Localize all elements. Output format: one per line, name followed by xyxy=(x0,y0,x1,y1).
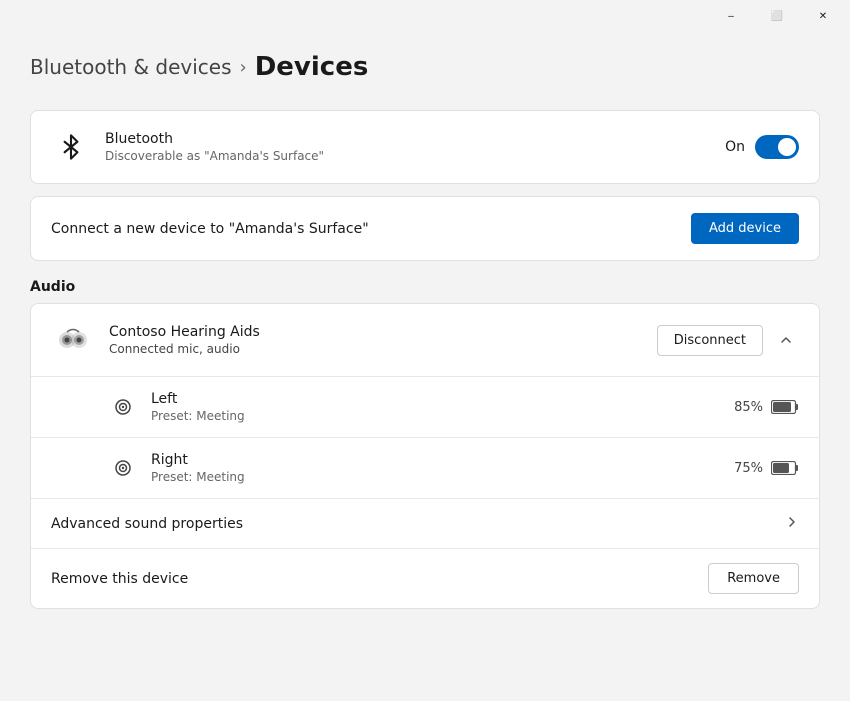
sub-device-left: Left Preset: Meeting 85% xyxy=(31,376,819,437)
left-battery-icon xyxy=(771,400,799,414)
advanced-sound-row[interactable]: Advanced sound properties xyxy=(31,498,819,548)
main-content: Bluetooth & devices › Devices Bluetooth … xyxy=(0,32,850,701)
remove-button[interactable]: Remove xyxy=(708,563,799,594)
right-device-name: Right xyxy=(151,452,734,468)
breadcrumb-current: Devices xyxy=(255,52,369,82)
bluetooth-card: Bluetooth Discoverable as "Amanda's Surf… xyxy=(30,110,820,184)
remove-row: Remove this device Remove xyxy=(31,548,819,608)
left-device-info: Left Preset: Meeting xyxy=(151,391,734,423)
breadcrumb-parent[interactable]: Bluetooth & devices xyxy=(30,55,232,79)
left-battery-info: 85% xyxy=(734,400,799,415)
toggle-thumb xyxy=(778,138,796,156)
advanced-sound-chevron-icon xyxy=(785,515,799,532)
right-battery-icon xyxy=(771,461,799,475)
bluetooth-subtitle: Discoverable as "Amanda's Surface" xyxy=(105,149,725,163)
audio-section-heading: Audio xyxy=(30,279,820,295)
left-device-name: Left xyxy=(151,391,734,407)
right-earpiece-icon xyxy=(109,454,137,482)
minimize-button[interactable]: – xyxy=(708,0,754,32)
device-name: Contoso Hearing Aids xyxy=(109,324,657,340)
remove-label: Remove this device xyxy=(51,571,708,587)
close-button[interactable]: ✕ xyxy=(800,0,846,32)
add-device-text: Connect a new device to "Amanda's Surfac… xyxy=(51,221,691,237)
device-card: Contoso Hearing Aids Connected mic, audi… xyxy=(30,303,820,609)
titlebar: – ⬜ ✕ xyxy=(0,0,850,32)
bluetooth-right: On xyxy=(725,135,799,159)
right-battery-info: 75% xyxy=(734,461,799,476)
bluetooth-icon xyxy=(51,127,91,167)
left-device-preset: Preset: Meeting xyxy=(151,409,734,423)
bluetooth-status-label: On xyxy=(725,139,745,155)
right-device-info: Right Preset: Meeting xyxy=(151,452,734,484)
device-image xyxy=(51,318,95,362)
breadcrumb: Bluetooth & devices › Devices xyxy=(30,52,820,82)
bluetooth-info: Bluetooth Discoverable as "Amanda's Surf… xyxy=(105,131,725,163)
collapse-button[interactable] xyxy=(773,329,799,351)
device-info: Contoso Hearing Aids Connected mic, audi… xyxy=(109,324,657,356)
right-battery-label: 75% xyxy=(734,461,763,476)
bluetooth-title: Bluetooth xyxy=(105,131,725,147)
sub-device-right: Right Preset: Meeting 75% xyxy=(31,437,819,498)
add-device-button[interactable]: Add device xyxy=(691,213,799,244)
add-device-card: Connect a new device to "Amanda's Surfac… xyxy=(30,196,820,261)
bluetooth-toggle[interactable] xyxy=(755,135,799,159)
advanced-sound-label: Advanced sound properties xyxy=(51,516,785,532)
right-device-preset: Preset: Meeting xyxy=(151,470,734,484)
breadcrumb-separator: › xyxy=(240,57,247,78)
disconnect-button[interactable]: Disconnect xyxy=(657,325,763,356)
left-earpiece-icon xyxy=(109,393,137,421)
device-status: Connected mic, audio xyxy=(109,342,657,356)
maximize-button[interactable]: ⬜ xyxy=(754,0,800,32)
left-battery-label: 85% xyxy=(734,400,763,415)
device-main-row: Contoso Hearing Aids Connected mic, audi… xyxy=(31,304,819,376)
device-right: Disconnect xyxy=(657,325,799,356)
